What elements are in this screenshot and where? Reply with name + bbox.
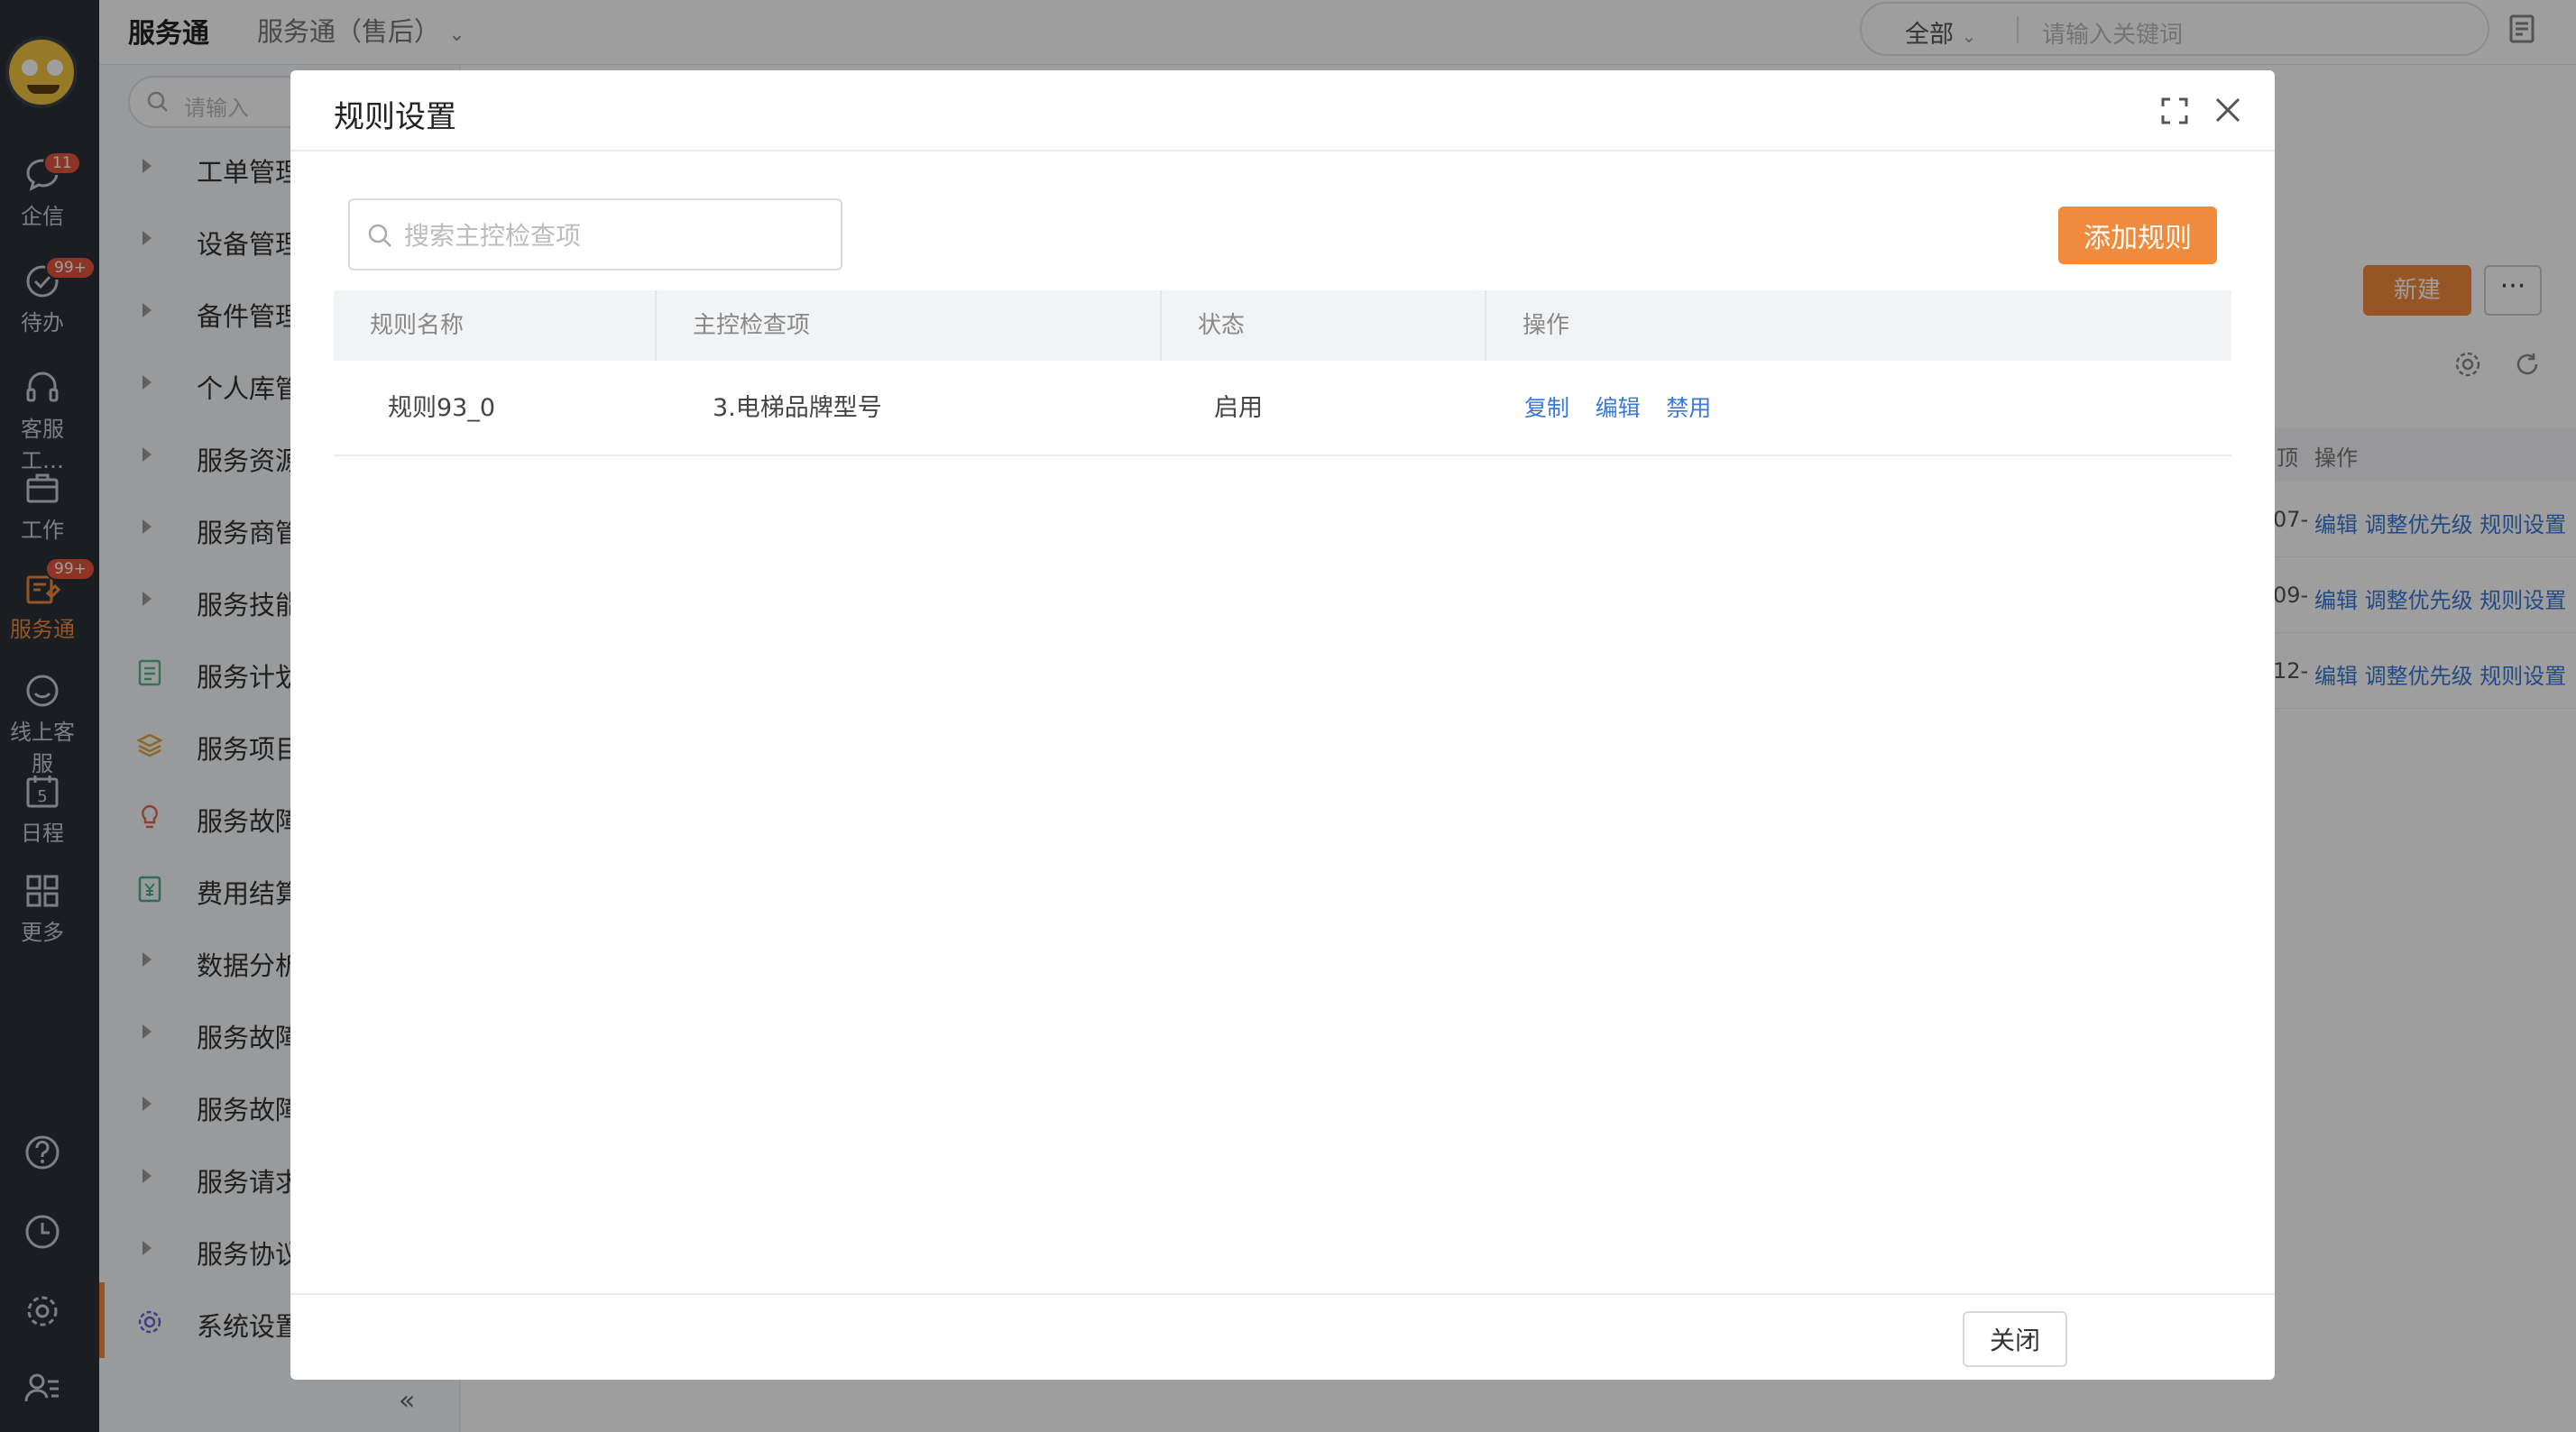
rule-settings-dialog: 规则设置 添加规则 规则名称 主控检查项 状态 操作 规则93_0 3.电梯品牌… [290, 70, 2275, 1380]
rules-table-header: 规则名称 主控检查项 状态 操作 [334, 290, 2231, 361]
column-header-status: 状态 [1162, 290, 1486, 361]
dialog-title: 规则设置 [334, 99, 456, 135]
add-rule-button[interactable]: 添加规则 [2058, 207, 2217, 264]
search-icon [368, 224, 391, 247]
column-header-check-item: 主控检查项 [657, 290, 1162, 361]
dialog-footer: 关闭 [290, 1293, 2275, 1380]
close-dialog-button[interactable]: 关闭 [1963, 1311, 2067, 1367]
rule-search-field [348, 198, 842, 271]
cell-check-item: 3.电梯品牌型号 [713, 394, 882, 422]
dialog-header: 规则设置 [290, 70, 2275, 151]
cell-rule-name: 规则93_0 [388, 394, 496, 422]
cell-status: 启用 [1214, 394, 1263, 422]
rule-search-input[interactable] [404, 216, 828, 254]
column-header-rule-name: 规则名称 [334, 290, 657, 361]
copy-rule-link[interactable]: 复制 [1524, 395, 1569, 421]
close-icon[interactable] [2210, 92, 2246, 128]
table-row: 规则93_0 3.电梯品牌型号 启用 复制 编辑 禁用 [334, 361, 2231, 456]
fullscreen-icon[interactable] [2159, 96, 2190, 126]
disable-rule-link[interactable]: 禁用 [1666, 395, 1711, 421]
column-header-actions: 操作 [1523, 312, 1570, 339]
edit-rule-link[interactable]: 编辑 [1596, 395, 1641, 421]
cell-actions: 复制 编辑 禁用 [1524, 361, 1729, 456]
